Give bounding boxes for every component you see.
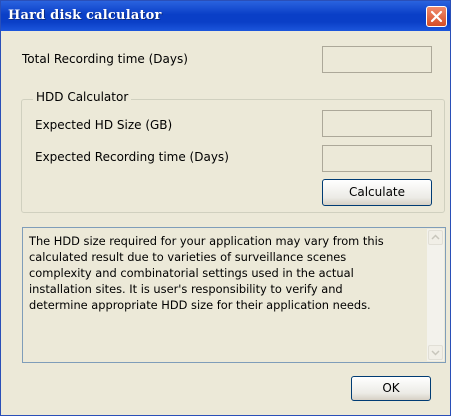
total-recording-label: Total Recording time (Days)	[22, 52, 188, 66]
notice-line: calculated result due to varieties of su…	[29, 250, 347, 264]
notice-text: The HDD size required for your applicati…	[29, 233, 425, 313]
hd-size-field[interactable]	[322, 110, 432, 137]
chevron-down-icon	[431, 350, 440, 356]
window-title: Hard disk calculator	[8, 8, 162, 23]
notice-line: determine appropriate HDD size for their…	[29, 298, 371, 312]
calculate-button[interactable]: Calculate	[322, 179, 432, 206]
notice-line: complexity and combinatorial settings us…	[29, 266, 354, 280]
total-recording-field[interactable]	[322, 46, 432, 73]
recording-time-field[interactable]	[322, 145, 432, 172]
chevron-up-icon	[431, 234, 440, 240]
notice-memo[interactable]: The HDD size required for your applicati…	[22, 227, 446, 363]
recording-time-label: Expected Recording time (Days)	[35, 150, 229, 164]
notice-scrollbar[interactable]	[427, 229, 444, 361]
notice-line: The HDD size required for your applicati…	[29, 234, 384, 248]
hdd-calculator-legend: HDD Calculator	[33, 90, 132, 104]
title-bar[interactable]: Hard disk calculator	[1, 1, 450, 31]
ok-button[interactable]: OK	[351, 376, 431, 401]
scroll-down-button[interactable]	[428, 345, 443, 360]
scroll-up-button[interactable]	[428, 230, 443, 245]
close-button[interactable]	[426, 6, 447, 27]
dialog-window: Hard disk calculator Total Recording tim…	[0, 0, 451, 416]
hd-size-label: Expected HD Size (GB)	[35, 118, 173, 132]
close-icon	[430, 10, 443, 23]
notice-line: installation sites. It is user's respons…	[29, 282, 343, 296]
